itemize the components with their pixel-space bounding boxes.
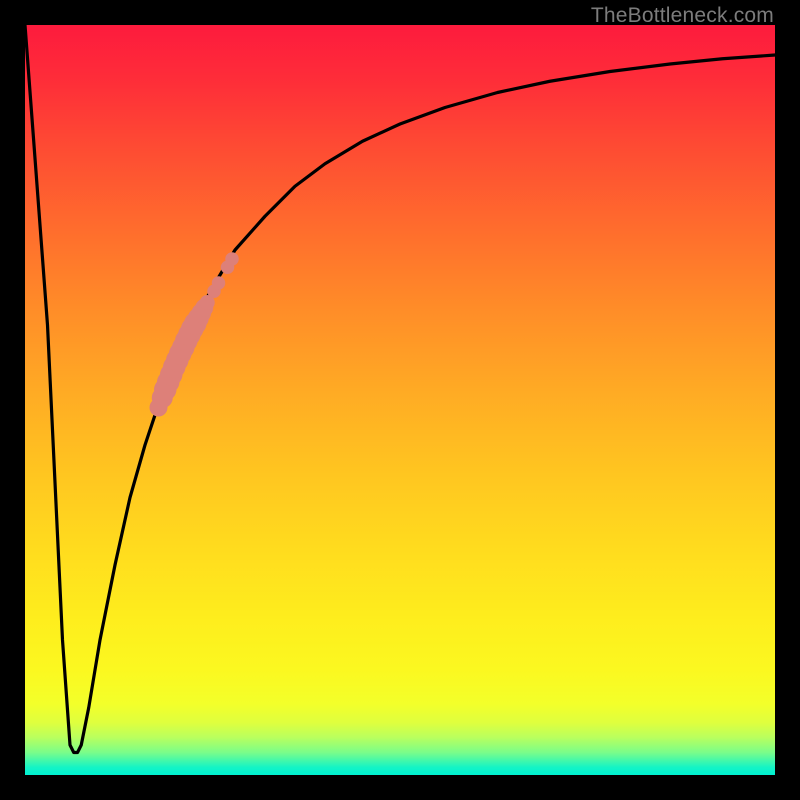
attribution-text: TheBottleneck.com <box>591 4 774 28</box>
chart-container: TheBottleneck.com <box>0 0 800 800</box>
data-point <box>212 276 226 290</box>
data-point <box>225 252 239 266</box>
bottleneck-curve <box>25 25 775 753</box>
chart-overlay-svg <box>25 25 775 775</box>
highlighted-points <box>150 252 239 416</box>
